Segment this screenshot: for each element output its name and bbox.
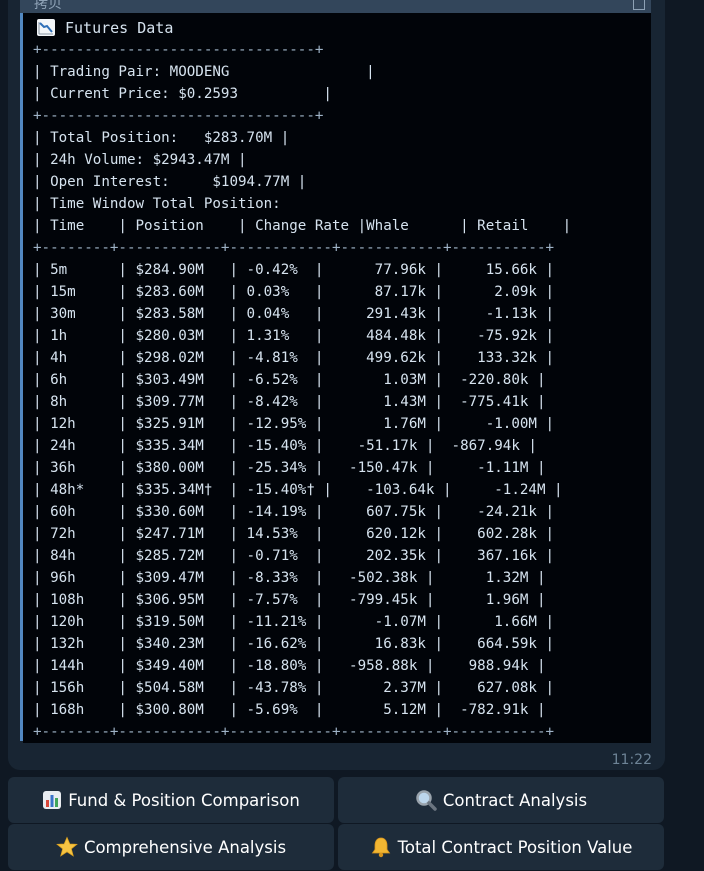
table-line: | 48h* | $335.34M† | -15.40%† | -103.64k… <box>33 482 563 498</box>
table-line: | 1h | $280.03M | 1.31% | 484.48k | -75.… <box>33 328 555 344</box>
table-line: | Time | Position | Change Rate |Whale |… <box>33 218 572 234</box>
copy-label[interactable]: 拷贝 <box>34 0 62 13</box>
total-contract-position-value-label: Total Contract Position Value <box>397 837 633 857</box>
table-line: | 15m | $283.60M | 0.03% | 87.17k | 2.09… <box>33 284 555 300</box>
table-border-line: +--------------------------------+ <box>33 42 324 58</box>
table-line: | 132h | $340.23M | -16.62% | 16.83k | 6… <box>33 636 555 652</box>
table-line: | 36h | $380.00M | -25.34% | -150.47k | … <box>33 460 546 476</box>
table-line: | 24h | $335.34M | -15.40% | -51.17k | -… <box>33 438 537 454</box>
magnifier-icon <box>415 789 437 811</box>
table-line: | 96h | $309.47M | -8.33% | -502.38k | 1… <box>33 570 546 586</box>
table-line: | Time Window Total Position: <box>33 196 281 212</box>
bar-chart-icon <box>42 790 62 810</box>
table-line: | 156h | $504.58M | -43.78% | 2.37M | 62… <box>33 680 555 696</box>
table-line: | 108h | $306.95M | -7.57% | -799.45k | … <box>33 592 546 608</box>
contract-analysis-button[interactable]: Contract Analysis <box>338 777 664 823</box>
table-line: | 24h Volume: $2943.47M | <box>33 152 247 168</box>
table-line: | 60h | $330.60M | -14.19% | 607.75k | -… <box>33 504 555 520</box>
table-line: | 168h | $300.80M | -5.69% | 5.12M | -78… <box>33 702 546 718</box>
fund-position-comparison-label: Fund & Position Comparison <box>68 790 300 810</box>
table-line: | 72h | $247.71M | 14.53% | 620.12k | 60… <box>33 526 555 542</box>
star-icon <box>56 836 78 858</box>
table-line: | 84h | $285.72M | -0.71% | 202.35k | 36… <box>33 548 555 564</box>
bell-icon <box>370 836 392 858</box>
code-copy-header[interactable]: 拷贝 <box>20 0 651 13</box>
table-line: | 30m | $283.58M | 0.04% | 291.43k | -1.… <box>33 306 555 322</box>
message-time: 11:22 <box>611 752 652 768</box>
chart-decreasing-icon <box>37 19 55 36</box>
code-title-line: Futures Data <box>37 17 173 39</box>
fund-position-comparison-button[interactable]: Fund & Position Comparison <box>8 777 334 823</box>
table-line: | 144h | $349.40M | -18.80% | -958.88k |… <box>33 658 546 674</box>
futures-data-table: +--------------------------------+ | Trad… <box>33 39 571 743</box>
table-line: | 6h | $303.49M | -6.52% | 1.03M | -220.… <box>33 372 546 388</box>
contract-analysis-label: Contract Analysis <box>442 790 588 810</box>
table-line: | Total Position: $283.70M | <box>33 130 290 146</box>
table-line: | 12h | $325.91M | -12.95% | 1.76M | -1.… <box>33 416 555 432</box>
table-border-line: +--------------------------------+ <box>33 108 324 124</box>
comprehensive-analysis-button[interactable]: Comprehensive Analysis <box>8 824 334 870</box>
table-border-line: +--------+------------+------------+----… <box>33 240 555 256</box>
copy-icon[interactable] <box>633 0 645 10</box>
table-line: | Trading Pair: MOODENG | <box>33 64 375 80</box>
table-border-line: +--------+------------+------------+----… <box>33 724 555 740</box>
table-line: | 120h | $319.50M | -11.21% | -1.07M | 1… <box>33 614 555 630</box>
code-block: Futures Data +--------------------------… <box>23 13 651 743</box>
table-line: | 5m | $284.90M | -0.42% | 77.96k | 15.6… <box>33 262 555 278</box>
table-line: | Current Price: $0.2593 | <box>33 86 332 102</box>
comprehensive-analysis-label: Comprehensive Analysis <box>83 837 287 857</box>
table-line: | 4h | $298.02M | -4.81% | 499.62k | 133… <box>33 350 555 366</box>
total-contract-position-value-button[interactable]: Total Contract Position Value <box>338 824 664 870</box>
code-title: Futures Data <box>65 19 174 37</box>
table-line: | Open Interest: $1094.77M | <box>33 174 307 190</box>
table-line: | 8h | $309.77M | -8.42% | 1.43M | -775.… <box>33 394 546 410</box>
